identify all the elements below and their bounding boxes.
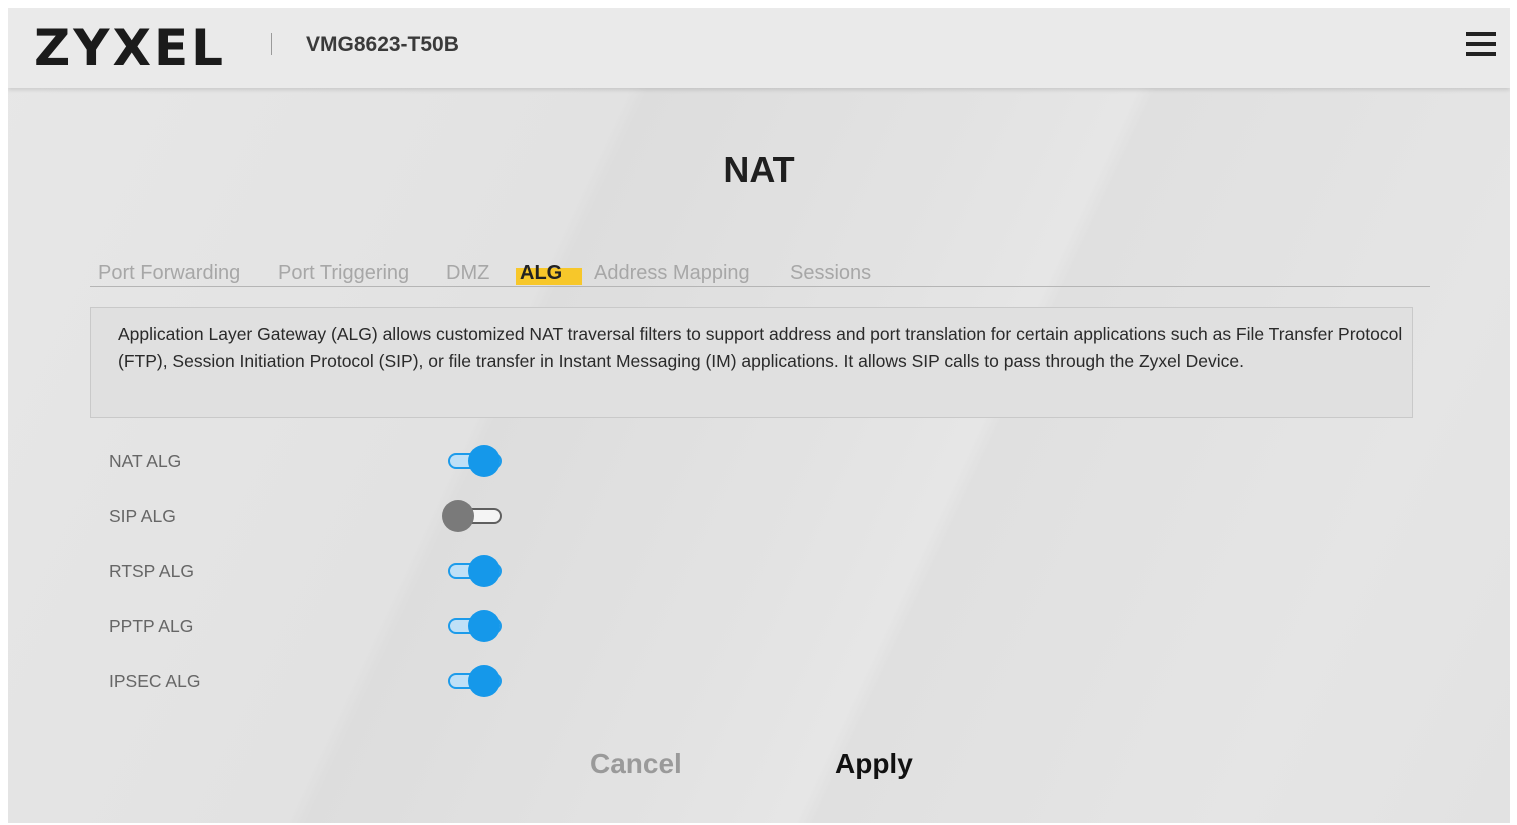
tab-port-triggering[interactable]: Port Triggering (274, 261, 413, 285)
rtsp-alg-toggle[interactable] (442, 553, 506, 589)
zyxel-logo: ZYXEL (34, 19, 227, 77)
cancel-button[interactable]: Cancel (590, 748, 690, 783)
page-title: NAT (723, 149, 795, 190)
cancel-button-label: Cancel (590, 748, 682, 779)
tab-dmz[interactable]: DMZ (442, 261, 493, 285)
sip-alg-toggle[interactable] (442, 498, 506, 534)
tab-address-mapping[interactable]: Address Mapping (590, 261, 754, 285)
tab-sessions[interactable]: Sessions (786, 261, 875, 285)
hamburger-menu-icon[interactable] (1466, 32, 1496, 56)
app-window: ZYXEL VMG8623-T50B NAT Port Forwarding P… (8, 8, 1510, 823)
top-bar: ZYXEL VMG8623-T50B (8, 8, 1510, 88)
setting-label-sip-alg: SIP ALG (109, 506, 176, 526)
ipsec-alg-toggle[interactable] (442, 663, 506, 699)
nat-alg-toggle[interactable] (442, 443, 506, 479)
apply-button-label: Apply (835, 748, 913, 779)
tab-port-forwarding[interactable]: Port Forwarding (94, 261, 244, 285)
setting-label-pptp-alg: PPTP ALG (109, 616, 194, 636)
setting-label-rtsp-alg: RTSP ALG (109, 561, 194, 581)
setting-label-nat-alg: NAT ALG (109, 451, 182, 471)
apply-button[interactable]: Apply (835, 748, 921, 785)
tab-bar: Port Forwarding Port Triggering DMZ ALG … (90, 258, 1430, 287)
device-model: VMG8623-T50B (306, 33, 459, 56)
setting-label-ipsec-alg: IPSEC ALG (109, 671, 201, 691)
pptp-alg-toggle[interactable] (442, 608, 506, 644)
alg-description: Application Layer Gateway (ALG) allows c… (90, 307, 1413, 418)
tab-alg[interactable]: ALG (516, 261, 583, 285)
header-divider (271, 33, 272, 55)
